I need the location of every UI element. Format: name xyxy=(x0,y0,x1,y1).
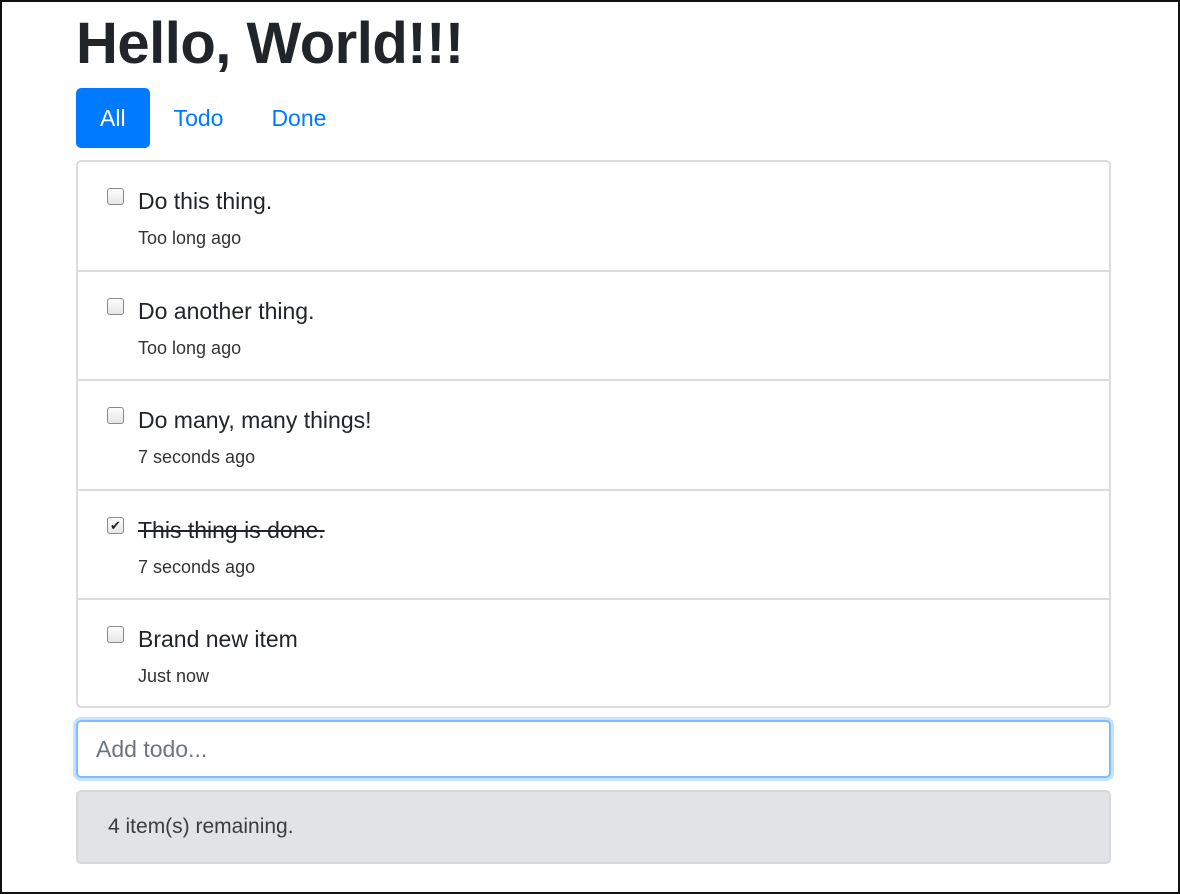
todo-timestamp: 7 seconds ago xyxy=(138,447,256,468)
list-item: ✔ This thing is done. 7 seconds ago xyxy=(78,491,1109,601)
filter-tabs: All Todo Done xyxy=(76,88,350,148)
page-title: Hello, World!!! xyxy=(76,11,464,76)
todo-checkbox-checked[interactable]: ✔ xyxy=(107,516,124,534)
checkmark-icon: ✔ xyxy=(110,517,121,533)
todo-timestamp: Too long ago xyxy=(138,337,242,358)
todo-timestamp: Just now xyxy=(138,666,210,687)
todo-checkbox[interactable] xyxy=(107,297,124,315)
todo-checkbox[interactable] xyxy=(107,626,124,644)
status-bar: 4 item(s) remaining. xyxy=(76,790,1111,864)
todo-checkbox[interactable] xyxy=(107,188,124,205)
todo-list: Do this thing. Too long ago Do another t… xyxy=(76,160,1111,708)
list-item: Do many, many things! 7 seconds ago xyxy=(78,381,1109,491)
todo-text: Do many, many things! xyxy=(138,407,372,434)
todo-timestamp: 7 seconds ago xyxy=(138,556,256,577)
todo-text: This thing is done. xyxy=(138,516,325,543)
todo-text: Do this thing. xyxy=(138,188,273,214)
add-todo-input[interactable] xyxy=(76,720,1111,778)
list-item: Do another thing. Too long ago xyxy=(78,272,1109,382)
tab-todo[interactable]: Todo xyxy=(150,88,248,148)
todo-checkbox[interactable] xyxy=(107,407,124,425)
tab-done[interactable]: Done xyxy=(247,88,350,148)
tab-all[interactable]: All xyxy=(76,88,150,148)
todo-timestamp: Too long ago xyxy=(138,228,242,248)
list-item: Brand new item Just now xyxy=(78,600,1109,706)
remaining-count: 4 item(s) remaining. xyxy=(108,815,294,838)
todo-text: Do another thing. xyxy=(138,297,315,324)
todo-text: Brand new item xyxy=(138,626,298,653)
list-item: Do this thing. Too long ago xyxy=(78,162,1109,272)
